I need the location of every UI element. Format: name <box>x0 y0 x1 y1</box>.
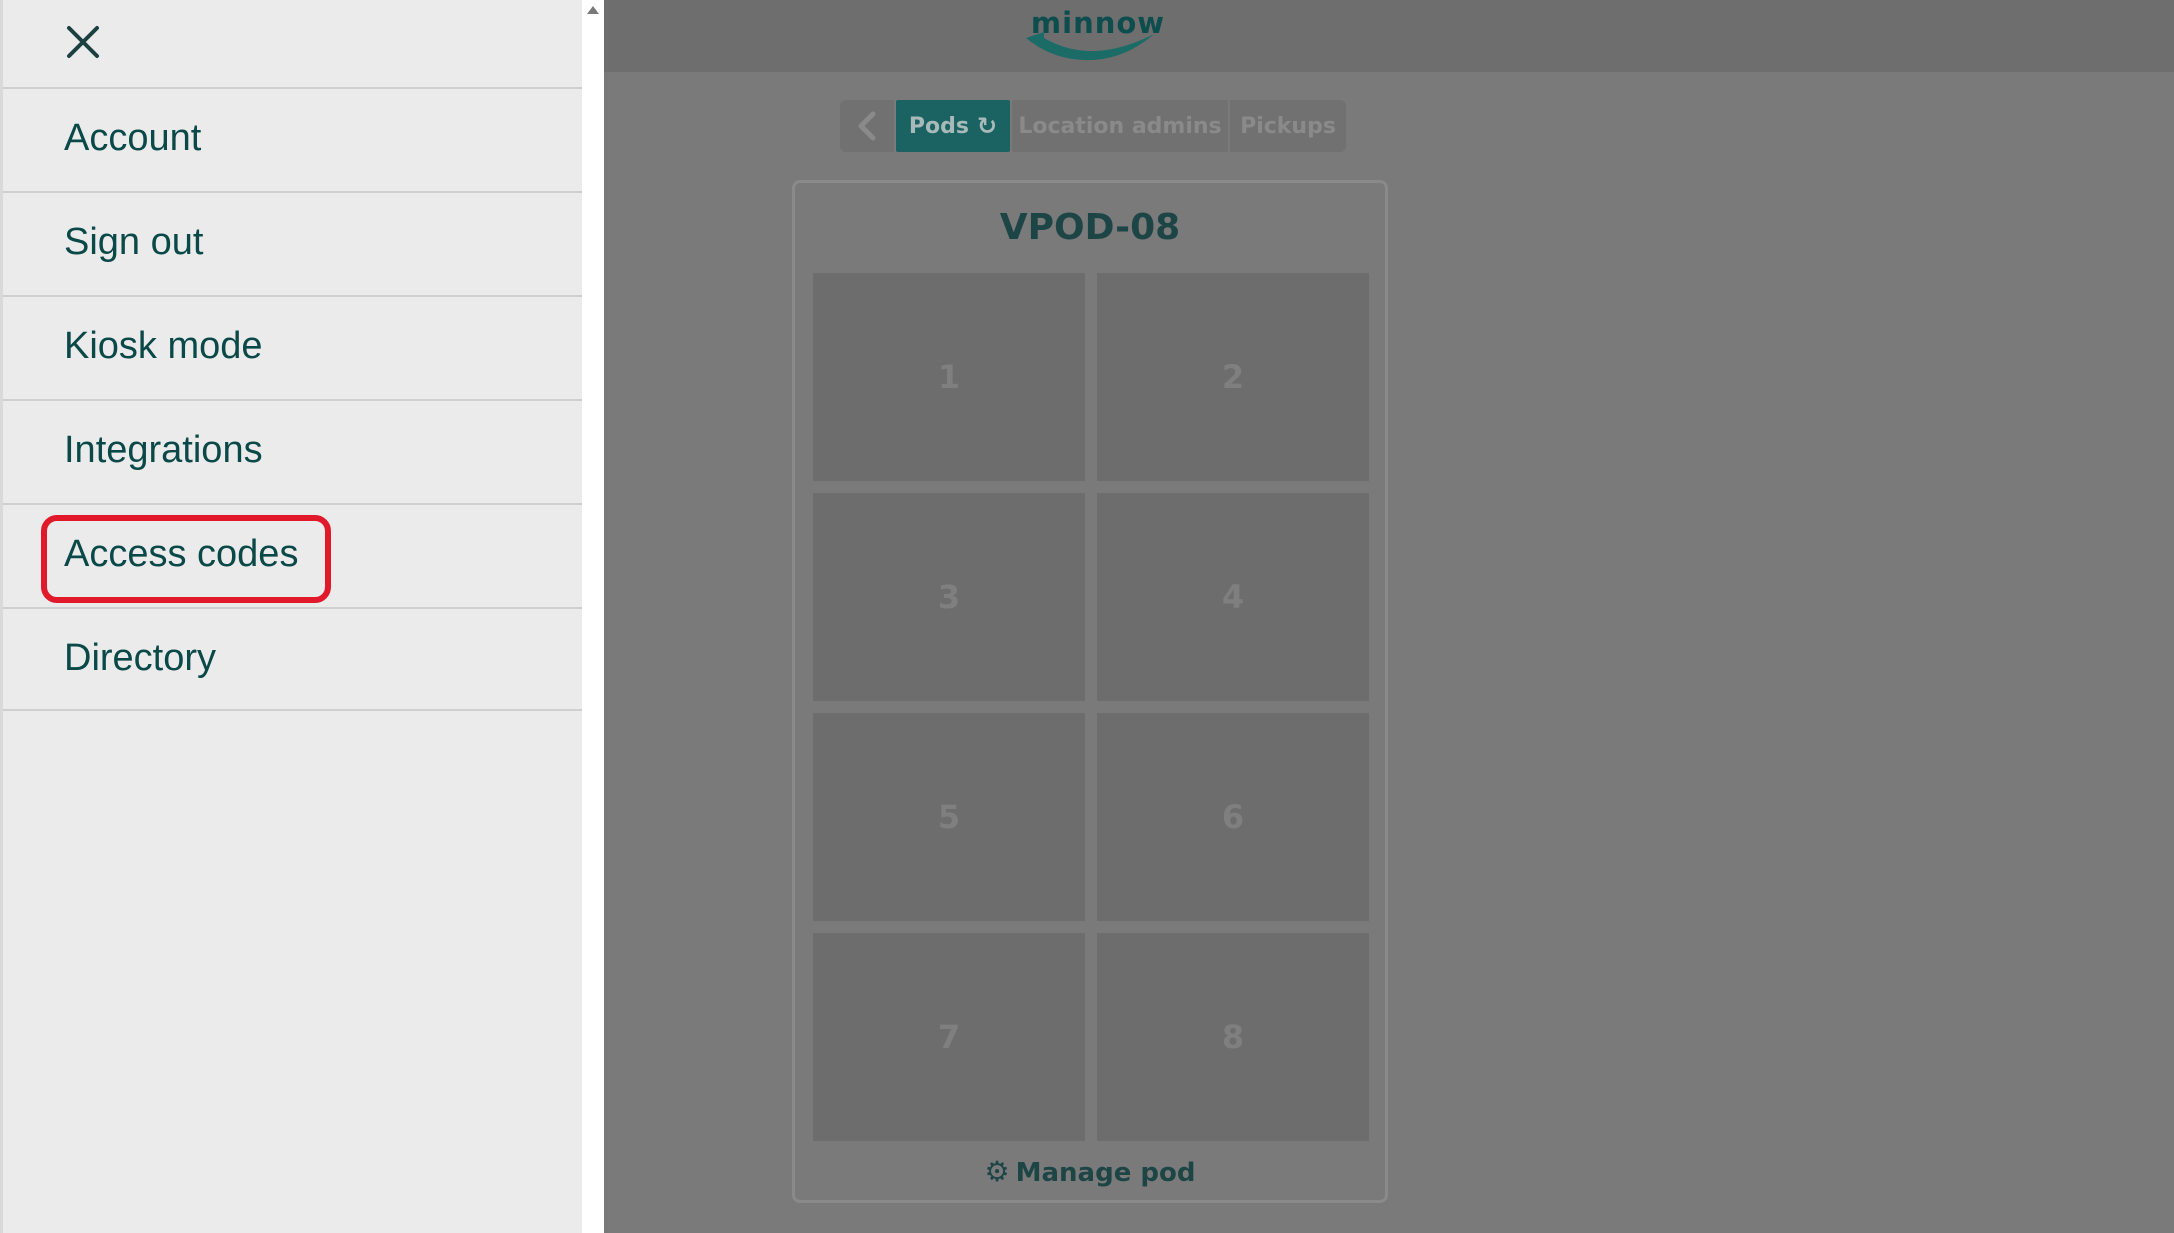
drawer-menu: Account Sign out Kiosk mode Integrations… <box>3 87 582 711</box>
pod-slot[interactable]: 3 <box>813 493 1085 701</box>
menu-item-integrations[interactable]: Integrations <box>3 399 582 503</box>
pod-slot[interactable]: 8 <box>1097 933 1369 1141</box>
pod-slot-grid: 1 2 3 4 5 6 7 8 <box>813 273 1375 1141</box>
close-icon <box>67 26 99 58</box>
minnow-logo[interactable]: minnow <box>1022 2 1168 62</box>
tab-pickups-label: Pickups <box>1240 113 1336 139</box>
gear-icon: ⚙ <box>984 1155 1010 1188</box>
pod-slot[interactable]: 6 <box>1097 713 1369 921</box>
manage-pod-label: Manage pod <box>1015 1158 1196 1188</box>
back-button[interactable] <box>840 100 894 152</box>
pod-slot[interactable]: 1 <box>813 273 1085 481</box>
drawer-scrollbar[interactable] <box>582 0 604 1233</box>
pod-slot[interactable]: 5 <box>813 713 1085 921</box>
highlight-box <box>41 515 331 603</box>
top-bar: minnow <box>604 0 2174 72</box>
pod-slot[interactable]: 2 <box>1097 273 1369 481</box>
tab-pods-label: Pods <box>908 113 969 139</box>
close-button[interactable] <box>63 22 103 62</box>
tab-pickups[interactable]: Pickups <box>1230 100 1346 152</box>
pod-slot[interactable]: 4 <box>1097 493 1369 701</box>
app-background: minnow Pods ↻ Location admins Pickups VP… <box>604 0 2174 1233</box>
pod-slot[interactable]: 7 <box>813 933 1085 1141</box>
manage-pod-button[interactable]: ⚙ Manage pod <box>795 1155 1385 1188</box>
tab-location-admins-label: Location admins <box>1018 113 1222 139</box>
menu-item-sign-out[interactable]: Sign out <box>3 191 582 295</box>
menu-item-label: Directory <box>64 637 217 679</box>
refresh-icon: ↻ <box>976 112 998 140</box>
menu-item-directory[interactable]: Directory <box>3 607 582 711</box>
tab-bar: Pods ↻ Location admins Pickups <box>840 100 1346 152</box>
menu-item-kiosk-mode[interactable]: Kiosk mode <box>3 295 582 399</box>
menu-item-label: Account <box>64 117 202 159</box>
logo-wave-icon <box>1026 32 1154 61</box>
menu-item-label: Kiosk mode <box>64 325 263 367</box>
tab-location-admins[interactable]: Location admins <box>1012 100 1228 152</box>
menu-item-account[interactable]: Account <box>3 87 582 191</box>
pod-card: VPOD-08 1 2 3 4 5 6 7 8 ⚙ Manage pod <box>792 180 1388 1203</box>
scroll-up-icon[interactable] <box>587 6 599 14</box>
tab-pods[interactable]: Pods ↻ <box>896 100 1010 152</box>
chevron-left-icon <box>858 111 876 141</box>
pod-title: VPOD-08 <box>999 207 1181 248</box>
menu-item-label: Integrations <box>64 429 263 471</box>
side-drawer: Account Sign out Kiosk mode Integrations… <box>0 0 582 1233</box>
menu-item-label: Sign out <box>64 221 204 263</box>
